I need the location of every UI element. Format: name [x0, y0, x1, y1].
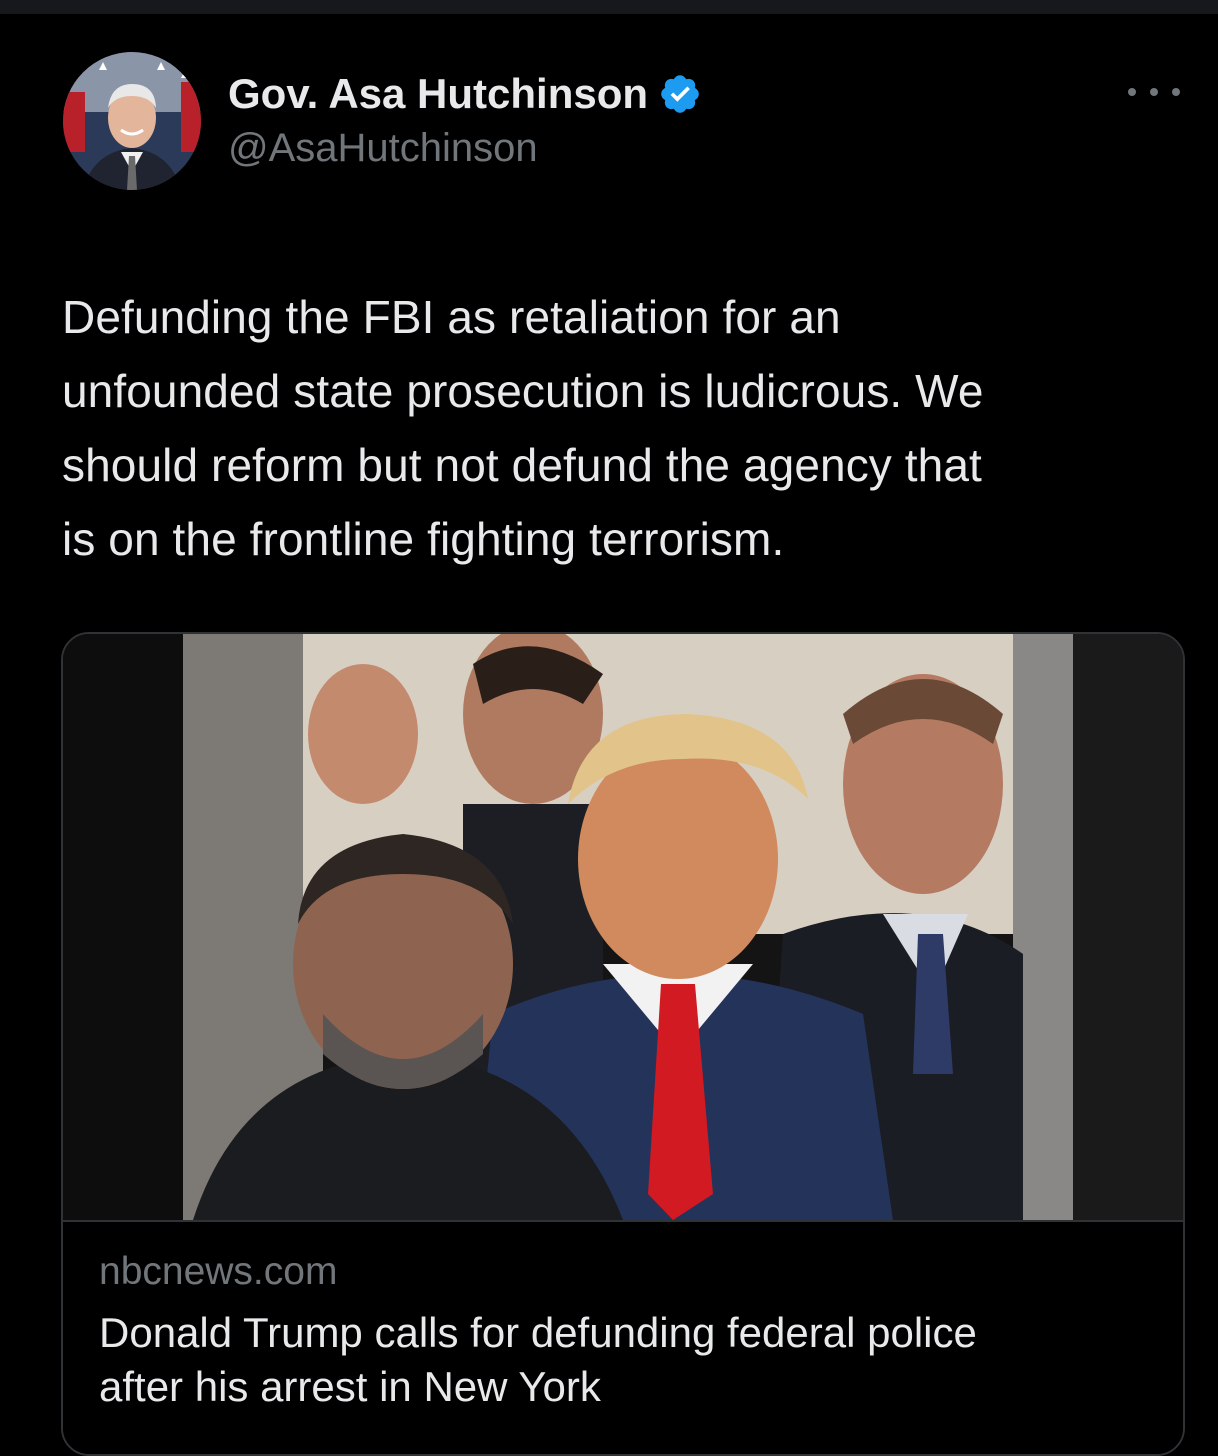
profile-photo-icon	[63, 52, 201, 190]
news-photo-icon	[63, 634, 1183, 1220]
tweet-text: Defunding the FBI as retaliation for an …	[62, 291, 984, 565]
more-dot	[1150, 88, 1158, 96]
link-card-image[interactable]	[63, 634, 1183, 1220]
avatar[interactable]	[63, 52, 201, 190]
tweet-author: Gov. Asa Hutchinson @AsaHutchinson	[228, 66, 702, 171]
handle[interactable]: @AsaHutchinson	[228, 126, 702, 171]
link-card[interactable]: nbcnews.com Donald Trump calls for defun…	[61, 632, 1185, 1456]
display-name[interactable]: Gov. Asa Hutchinson	[228, 70, 648, 118]
more-dot	[1172, 88, 1180, 96]
verified-badge-icon[interactable]	[658, 72, 702, 116]
link-card-domain: nbcnews.com	[99, 1250, 338, 1293]
tweet[interactable]: Gov. Asa Hutchinson @AsaHutchinson Defun…	[0, 14, 1218, 1456]
more-options-button[interactable]	[1128, 74, 1180, 110]
link-card-title[interactable]: Donald Trump calls for defunding federal…	[99, 1306, 1139, 1414]
top-bar	[0, 0, 1218, 14]
link-card-meta: nbcnews.com Donald Trump calls for defun…	[63, 1220, 1183, 1454]
name-row: Gov. Asa Hutchinson	[228, 66, 702, 122]
more-horizontal-icon	[1128, 88, 1136, 96]
